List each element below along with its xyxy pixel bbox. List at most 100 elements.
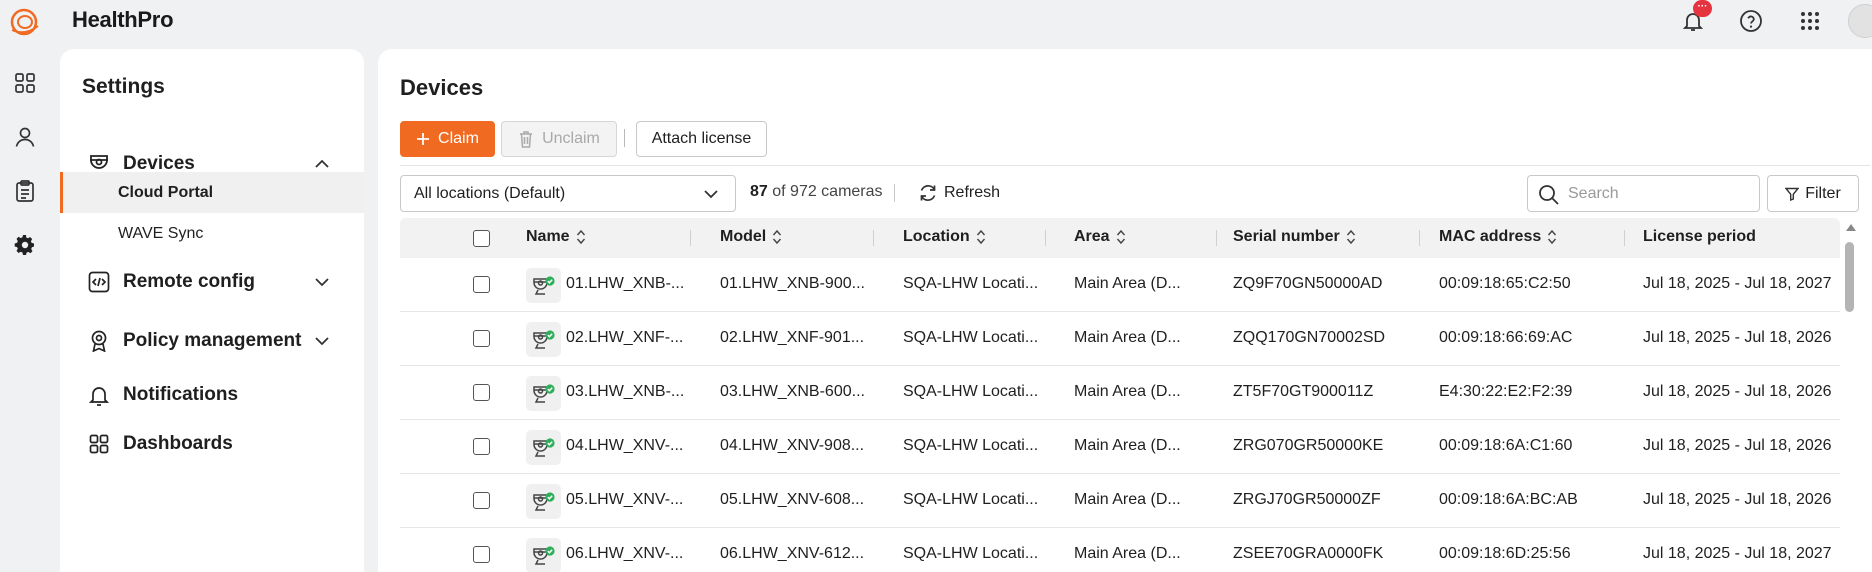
column-header-serial-number[interactable]: Serial number xyxy=(1233,228,1356,246)
row-checkbox[interactable] xyxy=(473,492,490,509)
code-icon xyxy=(88,271,110,293)
camera-status-online-icon xyxy=(526,322,561,357)
sort-icon xyxy=(1346,229,1355,245)
cell-license-period: Jul 18, 2025 - Jul 18, 2026 xyxy=(1643,437,1832,454)
left-rail xyxy=(0,42,50,572)
nav-section-dashboards[interactable]: Dashboards xyxy=(60,422,364,466)
column-separator xyxy=(690,230,691,246)
cell-model: 04.LHW_XNV-908... xyxy=(720,437,865,454)
count-separator xyxy=(894,184,895,202)
row-checkbox[interactable] xyxy=(473,384,490,401)
column-separator xyxy=(1216,230,1217,246)
row-checkbox[interactable] xyxy=(473,330,490,347)
user-avatar[interactable] xyxy=(1848,4,1872,38)
help-icon[interactable] xyxy=(1736,6,1766,36)
cell-mac-address: 00:09:18:65:C2:50 xyxy=(1439,275,1571,292)
unclaim-button[interactable]: Unclaim xyxy=(501,121,617,157)
trash-icon xyxy=(520,131,533,148)
table-row[interactable]: 05.LHW_XNV-... 05.LHW_XNV-608... SQA-LHW L… xyxy=(400,474,1840,528)
gear-icon[interactable] xyxy=(11,231,39,259)
cell-license-period: Jul 18, 2025 - Jul 18, 2026 xyxy=(1643,491,1832,508)
cell-device-name: 06.LHW_XNV-... xyxy=(566,545,684,562)
camera-status-online-icon xyxy=(526,430,561,465)
badge-icon xyxy=(88,330,110,352)
cell-mac-address: 00:09:18:6A:C1:60 xyxy=(1439,437,1573,454)
column-header-area[interactable]: Area xyxy=(1074,228,1126,246)
claim-button[interactable]: Claim xyxy=(400,121,495,157)
row-checkbox[interactable] xyxy=(473,438,490,455)
cell-serial-number: ZQ9F70GN50000AD xyxy=(1233,275,1383,292)
refresh-button[interactable]: Refresh xyxy=(918,183,1000,203)
main-content: Devices Claim Unclaim Attach license All… xyxy=(378,49,1872,572)
column-header-model[interactable]: Model xyxy=(720,228,782,246)
cell-model: 05.LHW_XNV-608... xyxy=(720,491,865,508)
cell-location: SQA-LHW Locati... xyxy=(903,491,1039,508)
scrollbar-thumb[interactable] xyxy=(1845,242,1854,312)
cell-serial-number: ZQQ170GN70002SD xyxy=(1233,329,1386,346)
page-title: Devices xyxy=(400,75,484,100)
camera-count: 87 of 972 cameras xyxy=(750,183,883,200)
filter-button[interactable]: Filter xyxy=(1767,175,1859,212)
cell-mac-address: 00:09:18:66:69:AC xyxy=(1439,329,1573,346)
nav-sub-wave-sync[interactable]: WAVE Sync xyxy=(60,213,364,254)
nav-section-policy-management[interactable]: Policy management xyxy=(60,319,364,363)
cell-area: Main Area (D... xyxy=(1074,383,1181,400)
nav-section-notifications[interactable]: Notifications xyxy=(60,373,364,417)
sort-icon xyxy=(1548,229,1557,245)
column-header-name[interactable]: Name xyxy=(526,228,586,246)
cell-serial-number: ZT5F70GT900011Z xyxy=(1233,383,1374,400)
row-checkbox[interactable] xyxy=(473,546,490,563)
attach-license-button[interactable]: Attach license xyxy=(636,121,767,157)
table-row[interactable]: 02.LHW_XNF-... 02.LHW_XNF-901... SQA-LHW L… xyxy=(400,312,1840,366)
cell-location: SQA-LHW Locati... xyxy=(903,383,1039,400)
search-input[interactable] xyxy=(1568,184,1748,203)
cell-device-name: 02.LHW_XNF-... xyxy=(566,329,684,346)
search-field[interactable] xyxy=(1527,175,1760,212)
bell-icon xyxy=(88,384,110,406)
cell-mac-address: E4:30:22:E2:F2:39 xyxy=(1439,383,1573,400)
location-select[interactable]: All locations (Default) xyxy=(400,175,736,212)
table-row[interactable]: 04.LHW_XNV-... 04.LHW_XNV-908... SQA-LHW L… xyxy=(400,420,1840,474)
column-header-location[interactable]: Location xyxy=(903,228,986,246)
clipboard-icon[interactable] xyxy=(11,177,39,205)
column-separator xyxy=(873,230,874,246)
nav-sub-cloud-portal[interactable]: Cloud Portal xyxy=(60,172,364,213)
column-separator xyxy=(1624,230,1625,246)
row-checkbox[interactable] xyxy=(473,276,490,293)
table-row[interactable]: 03.LHW_XNB-... 03.LHW_XNB-600... SQA-LHW L… xyxy=(400,366,1840,420)
sort-icon xyxy=(1116,229,1125,245)
app-logo-icon[interactable] xyxy=(8,6,42,38)
notifications-bell-icon[interactable]: ··· xyxy=(1678,0,1712,36)
cell-mac-address: 00:09:18:6D:25:56 xyxy=(1439,545,1571,562)
scroll-up-arrow-icon[interactable] xyxy=(1846,224,1856,231)
column-header-license-period: License period xyxy=(1643,228,1756,245)
cell-license-period: Jul 18, 2025 - Jul 18, 2026 xyxy=(1643,329,1832,346)
chevron-up-icon xyxy=(315,159,329,168)
cell-location: SQA-LHW Locati... xyxy=(903,329,1039,346)
apps-grid-icon[interactable] xyxy=(1795,6,1825,36)
select-all-checkbox[interactable] xyxy=(473,230,490,247)
settings-panel: Settings Devices Cloud Portal WAVE Sync … xyxy=(60,49,364,572)
search-icon xyxy=(1539,185,1559,205)
table-row[interactable]: 01.LHW_XNB-... 01.LHW_XNB-900... SQA-LHW L… xyxy=(400,258,1840,312)
nav-section-remote-config[interactable]: Remote config xyxy=(60,260,364,304)
cell-mac-address: 00:09:18:6A:BC:AB xyxy=(1439,491,1578,508)
cell-location: SQA-LHW Locati... xyxy=(903,437,1039,454)
sort-icon xyxy=(576,229,585,245)
cell-device-name: 05.LHW_XNV-... xyxy=(566,491,684,508)
user-icon[interactable] xyxy=(11,123,39,151)
column-header-mac-address[interactable]: MAC address xyxy=(1439,228,1557,246)
table-row[interactable]: 06.LHW_XNV-... 06.LHW_XNV-612... SQA-LHW L… xyxy=(400,528,1840,572)
cell-location: SQA-LHW Locati... xyxy=(903,545,1039,562)
dashboard-grid-icon[interactable] xyxy=(11,69,39,97)
camera-status-online-icon xyxy=(526,268,561,303)
settings-title: Settings xyxy=(82,75,165,98)
chevron-down-icon xyxy=(315,278,329,287)
cell-location: SQA-LHW Locati... xyxy=(903,275,1039,292)
cell-area: Main Area (D... xyxy=(1074,437,1181,454)
cell-serial-number: ZSEE70GRA0000FK xyxy=(1233,545,1384,562)
camera-status-online-icon xyxy=(526,376,561,411)
camera-status-online-icon xyxy=(526,484,561,519)
column-separator xyxy=(1045,230,1046,246)
app-title: HealthPro xyxy=(72,7,174,32)
